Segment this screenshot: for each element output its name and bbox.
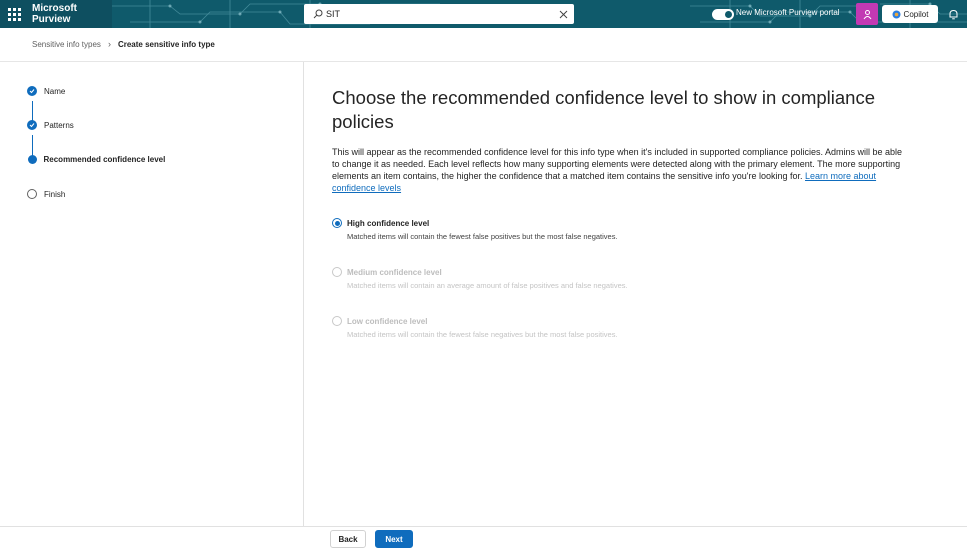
footer-divider	[0, 526, 967, 527]
new-portal-toggle[interactable]	[712, 9, 734, 20]
step-label: Recommended confidence level	[43, 155, 166, 164]
next-button[interactable]: Next	[375, 530, 413, 548]
feedback-button[interactable]	[856, 3, 878, 25]
copilot-label: Copilot	[903, 9, 929, 19]
radio-button-selected[interactable]	[332, 218, 342, 228]
step-label: Finish	[44, 189, 66, 199]
option-label: Low confidence level	[347, 316, 428, 326]
people-icon	[863, 9, 871, 19]
back-button[interactable]: Back	[330, 530, 366, 548]
breadcrumb-current-page: Create sensitive info type	[117, 39, 215, 49]
step-connector	[31, 135, 33, 157]
page-title: Choose the recommended confidence level …	[332, 87, 875, 132]
option-label: Medium confidence level	[347, 267, 442, 277]
option-label: High confidence level	[347, 218, 430, 228]
option-low-confidence: Low confidence level Matched items will …	[332, 316, 618, 339]
search-box[interactable]	[304, 4, 574, 24]
chevron-right-icon: ›	[107, 39, 111, 49]
notifications-bell-icon[interactable]	[946, 6, 960, 22]
search-icon	[310, 4, 326, 24]
option-description: Matched items will contain the fewest fa…	[347, 232, 618, 241]
step-recommended-confidence-level[interactable]: Recommended confidence level	[27, 155, 165, 164]
step-label: Patterns	[44, 120, 74, 130]
step-finish[interactable]: Finish	[27, 189, 65, 199]
step-connector	[31, 101, 33, 122]
copilot-icon	[892, 10, 901, 18]
radio-button-disabled	[332, 316, 342, 326]
checkmark-icon	[27, 120, 37, 130]
app-title[interactable]: Microsoft Purview	[28, 0, 112, 28]
breadcrumb-sensitive-info-types[interactable]: Sensitive info types	[32, 40, 101, 49]
option-description: Matched items will contain the fewest fa…	[347, 330, 618, 339]
radio-button-disabled	[332, 267, 342, 277]
step-patterns[interactable]: Patterns	[27, 120, 74, 130]
step-name[interactable]: Name	[27, 86, 65, 96]
top-bar: Microsoft Purview New Microsoft Purview …	[0, 0, 967, 28]
app-launcher-button[interactable]	[0, 0, 28, 28]
new-portal-toggle-label: New Microsoft Purview portal	[736, 8, 840, 17]
checkmark-icon	[27, 86, 37, 96]
current-step-dot-icon	[27, 155, 37, 164]
copilot-button[interactable]: Copilot	[882, 5, 938, 23]
clear-search-icon[interactable]	[554, 4, 572, 24]
breadcrumb: Sensitive info types › Create sensitive …	[32, 39, 215, 49]
option-high-confidence[interactable]: High confidence level Matched items will…	[332, 218, 618, 241]
search-input[interactable]	[326, 9, 554, 19]
pending-step-circle-icon	[27, 189, 37, 199]
wizard-stepper: Name Patterns Recommended confidence lev…	[0, 62, 304, 527]
option-medium-confidence: Medium confidence level Matched items wi…	[332, 267, 628, 290]
page-description: This will appear as the recommended conf…	[332, 146, 912, 194]
waffle-icon	[7, 7, 21, 21]
option-description: Matched items will contain an average am…	[347, 281, 628, 290]
step-label: Name	[44, 86, 66, 96]
